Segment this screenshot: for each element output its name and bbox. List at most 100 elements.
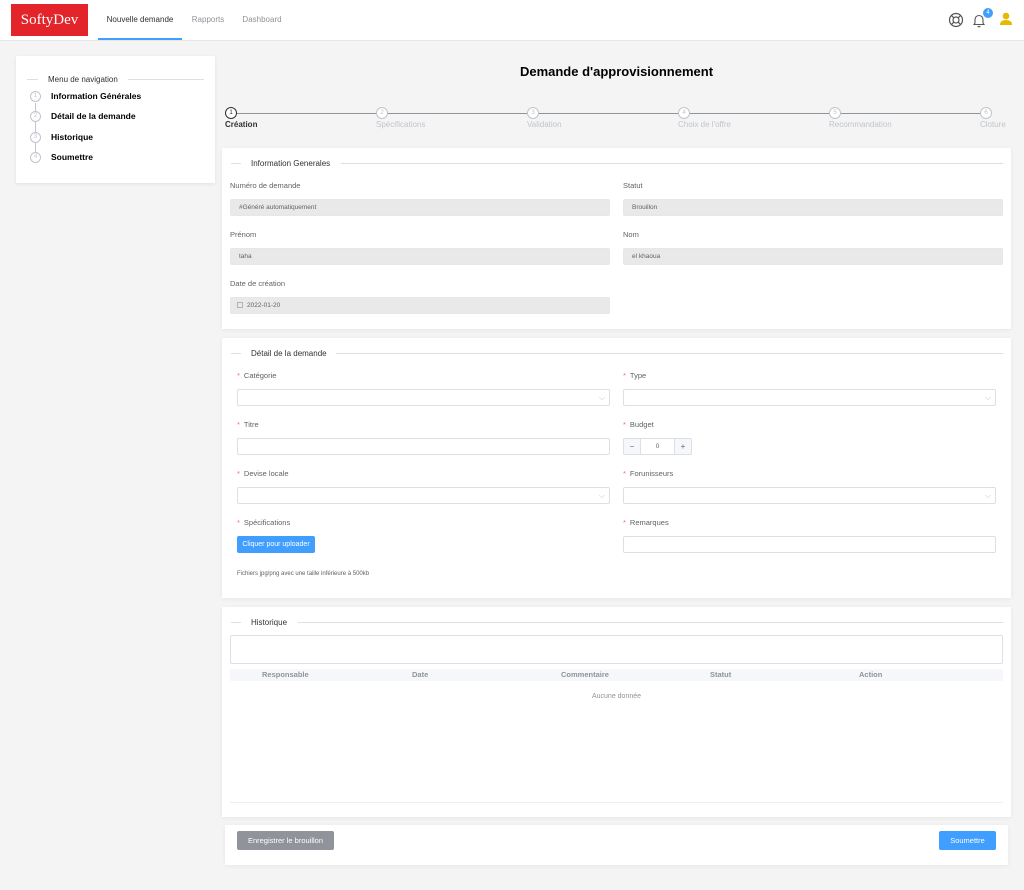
section-title: Historique [251,618,288,627]
page-title: Demande d'approvisionnement [519,64,714,79]
legend-divider [298,622,1003,623]
chevron-down-icon: ⌵ [598,491,605,500]
required-mark: * [237,371,240,380]
prenom-input[interactable]: taha [230,248,610,265]
column-date: Date [412,670,429,679]
nav-nouvelle-demande[interactable]: Nouvelle demande [98,0,182,40]
calendar-icon [237,302,243,309]
numero-demande-label: Numéro de demande [230,181,301,190]
action-footer: Enregistrer le brouillon Soumettre [225,825,1008,865]
fournisseurs-text: Forunisseurs [629,469,674,478]
budget-value[interactable]: 0 [641,439,674,454]
budget-increment-button[interactable]: + [674,439,691,454]
remarques-label: * Remarques [623,518,669,527]
chevron-down-icon: ⌵ [984,393,991,402]
nom-input[interactable]: el khaoua [623,248,1003,265]
submit-button[interactable]: Soumettre [939,831,996,850]
historique-textarea[interactable] [230,635,1003,664]
required-mark: * [623,518,626,527]
legend-divider [128,79,204,80]
legend-divider [231,353,241,354]
devise-label: * Devise locale [237,469,289,478]
remarques-input[interactable] [623,536,996,553]
historique-table-header: Responsable Date Commentaire Statut Acti… [230,669,1003,681]
required-mark: * [237,469,240,478]
menu-item-label: Information Générales [51,91,142,101]
step-label: Recommandation [829,120,892,129]
categorie-label: * Catégorie [237,371,276,380]
step-label: Spécifications [376,120,426,129]
fournisseurs-select[interactable]: ⌵ [623,487,996,504]
devise-text: Devise locale [243,469,289,478]
upload-button[interactable]: Cliquer pour uploader [237,536,315,553]
required-mark: * [623,420,626,429]
legend-divider [341,163,1003,164]
budget-decrement-button[interactable]: − [624,439,641,454]
required-mark: * [623,469,626,478]
menu-title: Menu de navigation [48,75,118,84]
step-label: Choix de l'offre [678,120,731,129]
column-commentaire: Commentaire [561,670,609,679]
menu-item-number: 1 [30,91,41,102]
nav-dashboard[interactable]: Dashboard [236,0,288,40]
budget-label: * Budget [623,420,654,429]
prenom-label: Prénom [230,230,257,239]
step-label: Création [225,120,258,129]
fournisseurs-label: * Forunisseurs [623,469,673,478]
softydev-logo[interactable]: SoftyDev [11,4,88,36]
section-title: Détail de la demande [251,349,327,358]
detail-demande-card: Détail de la demande * Catégorie ⌵ * Type … [222,338,1011,598]
user-icon[interactable] [998,11,1014,27]
remarques-text: Remarques [629,518,669,527]
empty-table-text: Aucune donnée [591,693,642,700]
save-draft-button[interactable]: Enregistrer le brouillon [237,831,334,850]
menu-item-number: 2 [30,111,41,122]
step-number: 5 [829,107,841,119]
step-number: 1 [225,107,237,119]
categorie-select[interactable]: ⌵ [237,389,610,406]
budget-text: Budget [629,420,654,429]
date-creation-label: Date de création [230,279,286,288]
titre-label: * Titre [237,420,259,429]
nom-label: Nom [623,230,639,239]
step-label: Cloture [980,120,1006,129]
budget-stepper[interactable]: − 0 + [623,438,692,455]
type-label: * Type [623,371,646,380]
legend-divider [336,353,1003,354]
numero-demande-input[interactable]: #Généré automatiquement [230,199,610,216]
titre-text: Titre [243,420,259,429]
specifications-text: Spécifications [243,518,291,527]
historique-card: Historique Responsable Date Commentaire … [222,607,1011,817]
section-title: Information Generales [251,159,331,168]
titre-input[interactable] [237,438,610,455]
type-text: Type [629,371,647,380]
menu-item-number: 3 [30,132,41,143]
chevron-down-icon: ⌵ [984,491,991,500]
menu-item-number: 4 [30,152,41,163]
legend-divider [27,79,38,80]
required-mark: * [237,420,240,429]
date-creation-input[interactable]: 2022-01-20 [230,297,610,314]
top-header: SoftyDev Nouvelle demande Rapports Dashb… [0,0,1024,41]
notification-badge: 4 [983,8,993,18]
statut-input[interactable]: Brouillon [623,199,1003,216]
column-action: Action [859,670,883,679]
step-number: 6 [980,107,992,119]
step-number: 2 [376,107,388,119]
menu-item-label: Soumettre [51,152,94,162]
required-mark: * [237,518,240,527]
devise-select[interactable]: ⌵ [237,487,610,504]
nav-rapports[interactable]: Rapports [185,0,231,40]
menu-item-label: Historique [51,132,94,142]
statut-label: Statut [623,181,643,190]
column-responsable: Responsable [262,670,309,679]
step-number: 4 [678,107,690,119]
required-mark: * [623,371,626,380]
menu-item-label: Détail de la demande [51,111,136,121]
help-icon[interactable] [948,12,964,28]
steps-progress-line [236,113,988,114]
table-bottom-border [230,802,1003,803]
type-select[interactable]: ⌵ [623,389,996,406]
column-statut: Statut [710,670,732,679]
chevron-down-icon: ⌵ [598,393,605,402]
